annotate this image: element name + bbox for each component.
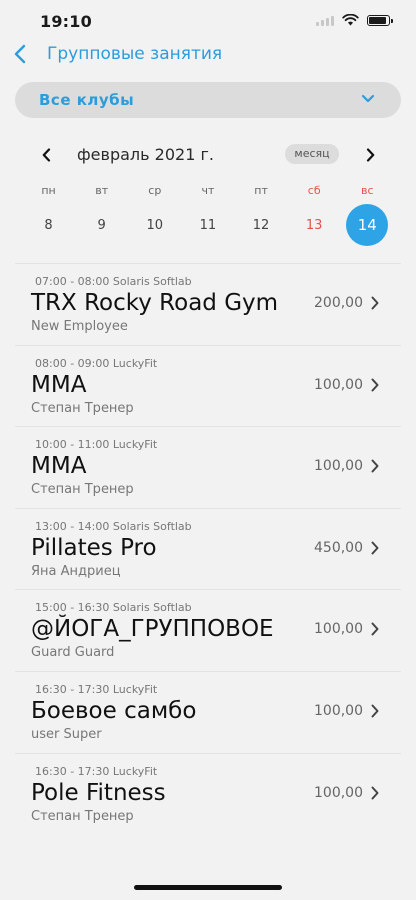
weekday-label: пн bbox=[41, 184, 56, 197]
weekday-label: ср bbox=[148, 184, 162, 197]
session-time-club: 16:30 - 17:30 LuckyFit bbox=[35, 764, 158, 778]
day-number: 10 bbox=[146, 217, 164, 233]
session-price: 450,00 bbox=[314, 539, 363, 556]
day-cell[interactable]: 9 bbox=[75, 204, 128, 246]
session-title: Pillates Pro bbox=[31, 534, 157, 561]
club-filter-dropdown[interactable]: Все клубы bbox=[15, 82, 401, 118]
status-icons bbox=[316, 14, 393, 26]
chevron-down-icon bbox=[361, 94, 375, 103]
session-trainer: Степан Тренер bbox=[31, 400, 134, 416]
weekday-header: пн вт ср чт пт сб вс bbox=[22, 184, 394, 200]
day-cell[interactable]: 11 bbox=[181, 204, 234, 246]
chevron-right-icon bbox=[371, 704, 379, 718]
day-number: 12 bbox=[252, 217, 270, 233]
weekday-label: вс bbox=[361, 184, 374, 197]
session-title: Pole Fitness bbox=[31, 779, 166, 806]
chevron-right-icon bbox=[371, 541, 379, 555]
signal-icon bbox=[316, 14, 334, 26]
weekday-label: вт bbox=[95, 184, 109, 197]
chevron-right-icon bbox=[371, 459, 379, 473]
day-number: 11 bbox=[199, 217, 217, 233]
month-label: февраль 2021 г. bbox=[77, 145, 214, 164]
session-time-club: 15:00 - 16:30 Solaris Softlab bbox=[35, 601, 192, 615]
session-price: 100,00 bbox=[314, 376, 363, 393]
session-trainer: user Super bbox=[31, 726, 102, 742]
session-time-club: 08:00 - 09:00 LuckyFit bbox=[35, 356, 158, 370]
home-indicator bbox=[134, 885, 282, 890]
session-row[interactable]: 16:30 - 17:30 LuckyFit Pole Fitness Степан… bbox=[15, 752, 401, 835]
period-toggle-button[interactable]: месяц bbox=[285, 144, 339, 164]
next-month-button[interactable] bbox=[358, 142, 382, 168]
weekday-label: сб bbox=[307, 184, 321, 197]
session-price: 100,00 bbox=[314, 458, 363, 475]
session-price: 100,00 bbox=[314, 784, 363, 801]
session-row[interactable]: 13:00 - 14:00 Solaris Softlab Pillates Pr… bbox=[15, 507, 401, 590]
session-row[interactable]: 10:00 - 11:00 LuckyFit MMA Степан Тренер 10… bbox=[15, 426, 401, 508]
day-cell[interactable]: 13 bbox=[288, 204, 341, 246]
chevron-right-icon bbox=[371, 786, 379, 800]
session-price: 100,00 bbox=[314, 621, 363, 638]
session-time-club: 16:30 - 17:30 LuckyFit bbox=[35, 682, 158, 696]
month-navigation: февраль 2021 г. месяц bbox=[0, 140, 416, 170]
session-row[interactable]: 16:30 - 17:30 LuckyFit Боевое самбо user S… bbox=[15, 670, 401, 753]
day-cell-selected[interactable]: 14 bbox=[341, 204, 394, 246]
page-title: Групповые занятия bbox=[47, 44, 223, 64]
chevron-right-icon bbox=[371, 296, 379, 310]
day-cell[interactable]: 12 bbox=[235, 204, 288, 246]
club-filter-label: Все клубы bbox=[39, 91, 135, 109]
session-title: @ЙОГА_ГРУППОВОЕ bbox=[31, 616, 274, 643]
day-number: 14 bbox=[346, 204, 389, 246]
battery-icon bbox=[367, 14, 393, 26]
session-time-club: 07:00 - 08:00 Solaris Softlab bbox=[35, 275, 192, 288]
session-trainer: Яна Андриец bbox=[31, 563, 121, 579]
weekday-label: пт bbox=[254, 184, 268, 197]
chevron-left-icon bbox=[14, 44, 26, 64]
session-title: TRX Rocky Road Gym bbox=[31, 290, 279, 316]
session-row[interactable]: 15:00 - 16:30 Solaris Softlab @ЙОГА_ГРУПП… bbox=[15, 589, 401, 671]
session-time-club: 13:00 - 14:00 Solaris Softlab bbox=[35, 519, 192, 533]
session-trainer: Степан Тренер bbox=[31, 482, 134, 498]
session-trainer: Степан Тренер bbox=[31, 808, 134, 824]
wifi-icon bbox=[342, 14, 359, 26]
day-number: 9 bbox=[97, 217, 106, 233]
session-title: MMA bbox=[31, 371, 87, 398]
back-button[interactable] bbox=[8, 40, 32, 68]
session-price: 200,00 bbox=[314, 295, 363, 311]
day-number: 8 bbox=[44, 217, 53, 233]
session-row[interactable]: 08:00 - 09:00 LuckyFit MMA Степан Тренер 10… bbox=[15, 344, 401, 427]
session-title: Боевое самбо bbox=[31, 697, 197, 724]
session-list: 07:00 - 08:00 Solaris Softlab TRX Rocky R… bbox=[15, 263, 401, 834]
day-cell[interactable]: 8 bbox=[22, 204, 75, 246]
session-trainer: Guard Guard bbox=[31, 645, 115, 661]
navigation-bar: Групповые занятия bbox=[0, 36, 416, 72]
day-number: 13 bbox=[305, 217, 323, 233]
previous-month-button[interactable] bbox=[34, 142, 58, 168]
weekday-label: чт bbox=[201, 184, 215, 197]
week-day-strip: 8 9 10 11 12 13 14 bbox=[22, 204, 394, 246]
chevron-left-icon bbox=[42, 148, 50, 162]
session-time-club: 10:00 - 11:00 LuckyFit bbox=[35, 438, 158, 452]
battery-fill bbox=[369, 16, 387, 24]
chevron-right-icon bbox=[371, 378, 379, 392]
session-trainer: New Employee bbox=[31, 319, 128, 334]
session-title: MMA bbox=[31, 453, 87, 480]
session-row[interactable]: 07:00 - 08:00 Solaris Softlab TRX Rocky R… bbox=[15, 263, 401, 345]
session-price: 100,00 bbox=[314, 702, 363, 719]
status-time: 19:10 bbox=[40, 12, 92, 31]
chevron-right-icon bbox=[371, 622, 379, 636]
day-cell[interactable]: 10 bbox=[128, 204, 181, 246]
chevron-right-icon bbox=[366, 148, 374, 162]
